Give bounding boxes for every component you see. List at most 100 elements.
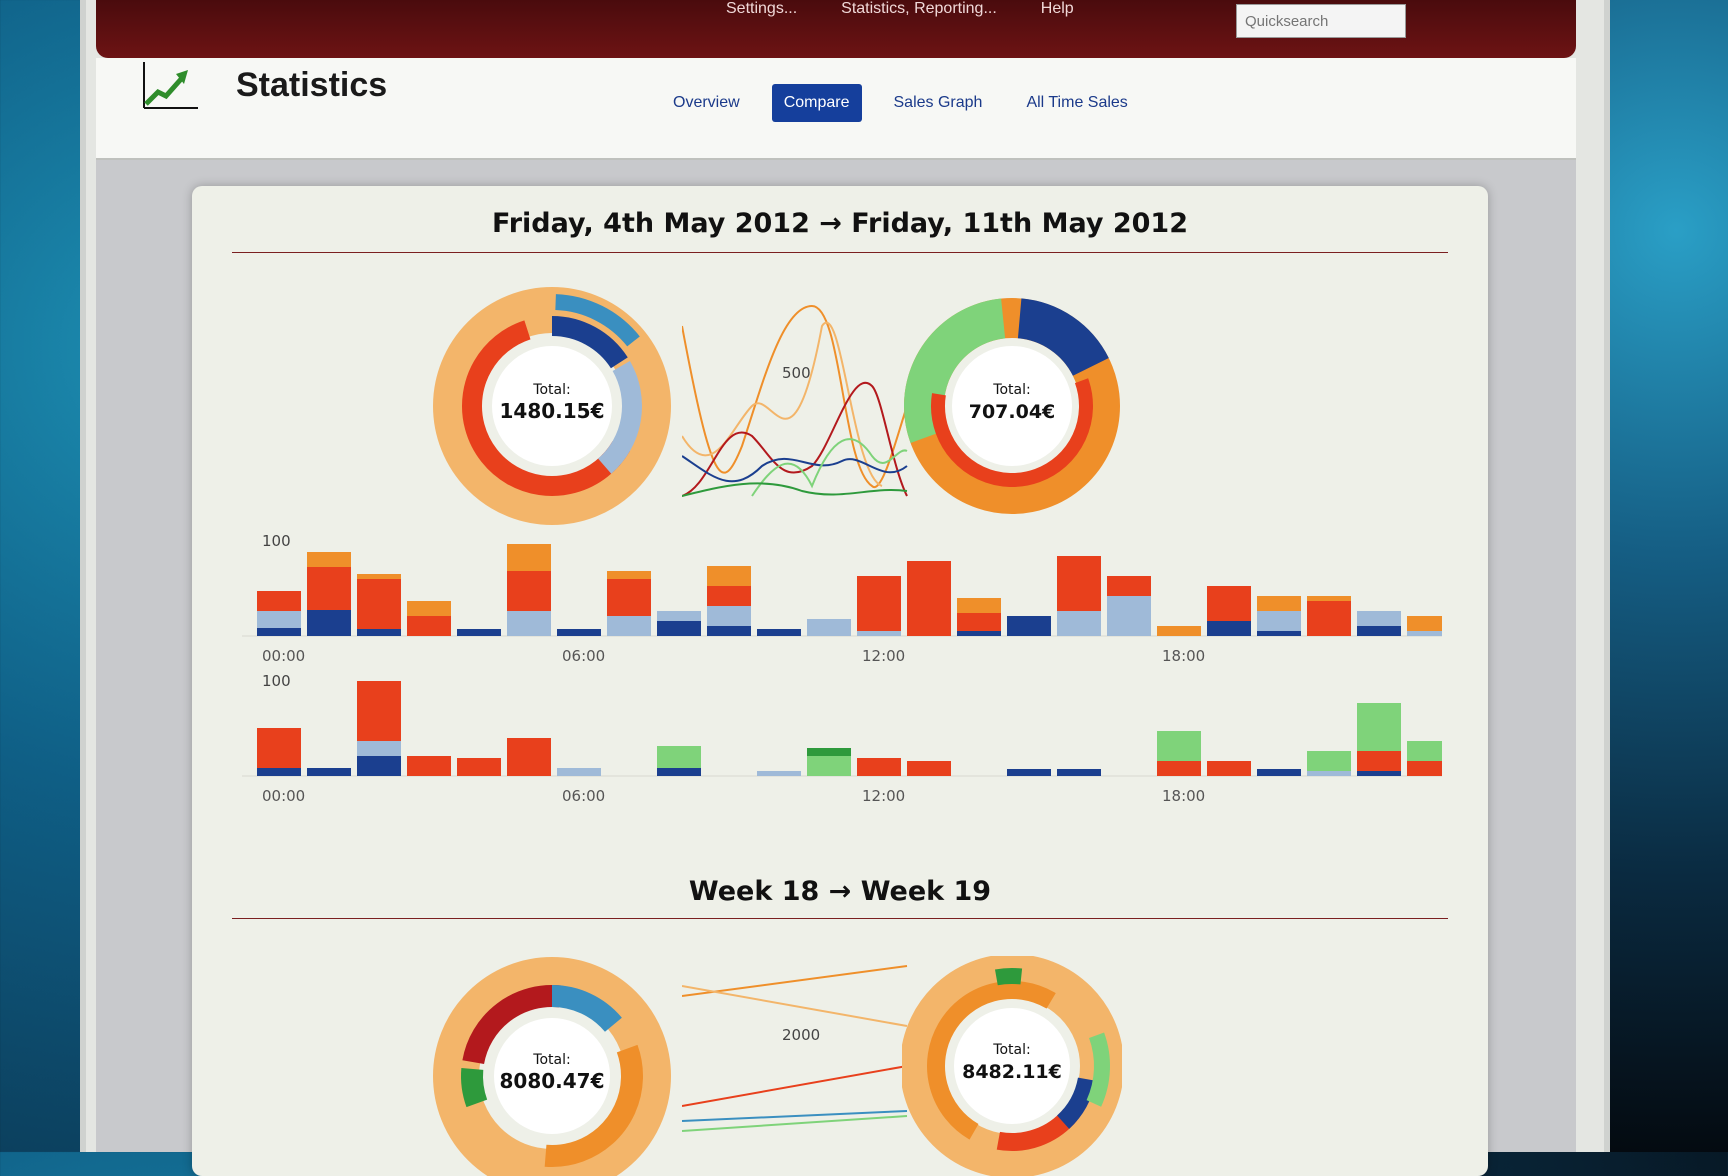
bar-segment — [1357, 626, 1401, 636]
bar-segment — [1007, 616, 1051, 636]
bar-segment — [257, 628, 301, 636]
top-menu: Settings... Statistics, Reporting... Hel… — [726, 0, 1074, 18]
tab-sales-graph[interactable]: Sales Graph — [882, 84, 995, 122]
bar-tick-label: 100 — [262, 672, 291, 690]
bar-segment — [1057, 769, 1101, 776]
bar-time-label: 00:00 — [262, 787, 305, 805]
section-title-week: Week 18 → Week 19 — [688, 876, 992, 907]
donut-total-label: Total: — [532, 382, 570, 398]
menu-help[interactable]: Help — [1041, 0, 1074, 18]
bar-segment — [257, 768, 301, 776]
line-series-red — [682, 1065, 908, 1107]
line-chart-1: 500 — [682, 304, 908, 497]
donut-total-value: 1480.15€ — [499, 399, 604, 423]
compare-card: Friday, 4th May 2012 → Friday, 11th May … — [192, 186, 1488, 1176]
bar-segment — [507, 611, 551, 636]
bar-segment — [407, 756, 451, 776]
top-menu-bar: Settings... Statistics, Reporting... Hel… — [96, 0, 1576, 58]
bar-segment — [907, 761, 951, 776]
background-right — [1598, 0, 1728, 1152]
divider — [232, 918, 1448, 919]
bar-segment — [1407, 741, 1442, 761]
donut-total-value: 8482.11€ — [962, 1061, 1062, 1083]
bar-segment — [557, 629, 601, 636]
bar-time-label: 18:00 — [1162, 787, 1205, 805]
line-series-light-orange — [682, 985, 908, 1027]
menu-statistics-reporting[interactable]: Statistics, Reporting... — [841, 0, 997, 18]
bar-segment — [1257, 596, 1301, 611]
bar-time-label: 00:00 — [262, 647, 305, 665]
tab-compare[interactable]: Compare — [771, 84, 862, 122]
donut-chart-week-left: Total: 8080.47€ — [433, 957, 671, 1176]
bar-segment — [657, 621, 701, 636]
bar-segment — [1407, 616, 1442, 631]
bar-segment — [1357, 703, 1401, 751]
bar-segment — [1257, 611, 1301, 631]
bar-segment — [957, 631, 1001, 636]
menu-settings[interactable]: Settings... — [726, 0, 797, 18]
bar-segment — [857, 576, 901, 631]
bar-segment — [1257, 631, 1301, 636]
bar-time-label: 18:00 — [1162, 647, 1205, 665]
bar-segment — [357, 579, 401, 629]
tab-bar: Overview Compare Sales Graph All Time Sa… — [661, 84, 1140, 122]
quicksearch-input[interactable] — [1236, 4, 1406, 38]
bar-segment — [407, 616, 451, 636]
bar-segment — [457, 629, 501, 636]
bar-segment — [1357, 751, 1401, 771]
bar-segment — [357, 681, 401, 741]
divider — [232, 252, 1448, 253]
bar-segment — [1157, 731, 1201, 761]
bar-segment — [357, 756, 401, 776]
line-series-light-green — [682, 1115, 908, 1132]
bar-segment — [257, 591, 301, 611]
bar-segment — [1157, 626, 1201, 636]
bar-tick-label: 100 — [262, 532, 291, 550]
page-title: Statistics — [236, 66, 388, 104]
bar-segment — [957, 613, 1001, 631]
bar-time-label: 06:00 — [562, 647, 605, 665]
bar-segment — [257, 611, 301, 628]
bar-segment — [357, 741, 401, 756]
bar-segment — [1307, 601, 1351, 636]
bar-segment — [657, 611, 701, 621]
bar-time-label: 06:00 — [562, 787, 605, 805]
line-series-blue — [682, 1110, 908, 1122]
bar-segment — [457, 758, 501, 776]
bar-segment — [607, 579, 651, 616]
bar-segment — [1407, 761, 1442, 776]
donut-chart-right: Total: 707.04€ — [903, 298, 1120, 514]
bar-segment — [807, 748, 851, 756]
bar-segment — [307, 552, 351, 567]
line-chart-week: 2000 — [682, 965, 908, 1132]
line-tick-label: 2000 — [782, 1026, 820, 1044]
tab-overview[interactable]: Overview — [661, 84, 752, 122]
bar-segment — [357, 629, 401, 636]
bar-segment — [307, 567, 351, 610]
bar-segment — [607, 616, 651, 636]
bar-segment — [807, 619, 851, 636]
bar-segment — [607, 571, 651, 579]
bar-segment — [857, 758, 901, 776]
bar-segment — [1157, 761, 1201, 776]
bar-segment — [407, 601, 451, 616]
tab-all-time-sales[interactable]: All Time Sales — [1014, 84, 1139, 122]
bar-segment — [257, 728, 301, 768]
bar-segment — [707, 626, 751, 636]
bar-segment — [1307, 751, 1351, 771]
section-title-period: Friday, 4th May 2012 → Friday, 11th May … — [492, 208, 1188, 239]
bar-segment — [807, 756, 851, 776]
line-series-green — [682, 482, 908, 497]
donut-chart-left: Total: 1480.15€ — [433, 287, 671, 525]
bar-segment — [907, 561, 951, 636]
bar-segment — [1207, 761, 1251, 776]
bar-segment — [657, 746, 701, 768]
bar-segment — [1057, 556, 1101, 611]
bar-segment — [1207, 621, 1251, 636]
line-series-light-green — [751, 438, 908, 497]
bar-segment — [557, 768, 601, 776]
bar-segment — [507, 571, 551, 611]
bar-segment — [1107, 576, 1151, 596]
bar-segment — [757, 629, 801, 636]
bar-segment — [1407, 631, 1442, 636]
